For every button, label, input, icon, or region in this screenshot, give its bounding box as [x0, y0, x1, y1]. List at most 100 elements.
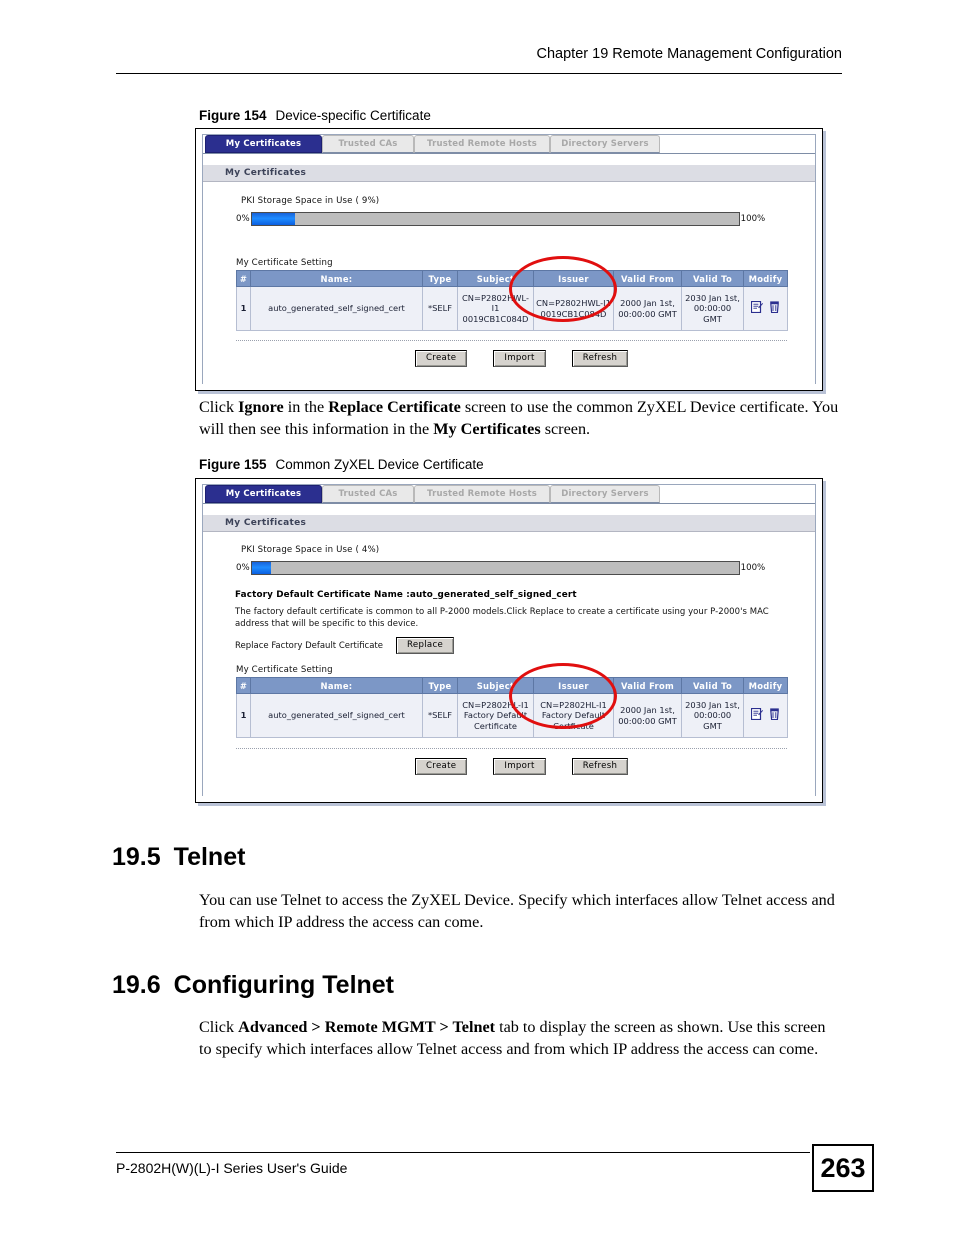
refresh-button[interactable]: Refresh [571, 350, 629, 367]
spacer [203, 154, 815, 164]
tab-trusted-cas-155[interactable]: Trusted CAs [322, 485, 414, 503]
th-subject: Subject [457, 270, 534, 287]
figure-155-window: My Certificates Trusted CAs Trusted Remo… [202, 484, 816, 802]
certificate-table-155: # Name: Type Subject Issuer Valid From V… [236, 677, 788, 738]
figure-155-caption: Figure 155 Common ZyXEL Device Certificat… [199, 457, 484, 472]
th-valid-from: Valid From [613, 270, 682, 287]
section-bar-my-certificates-154: My Certificates [203, 164, 815, 182]
table-row: 1 auto_generated_self_signed_cert *SELF … [236, 693, 788, 738]
cell-valid-to: 2030 Jan 1st, 00:00:00 GMT [681, 286, 744, 331]
th-type: Type [422, 270, 458, 287]
tab-my-certificates-155[interactable]: My Certificates [205, 485, 322, 503]
cell-index-155: 1 [236, 693, 251, 738]
th-modify-155: Modify [743, 677, 788, 694]
pki-max-label-155: 100% [740, 563, 766, 573]
tab-trusted-cas[interactable]: Trusted CAs [322, 135, 414, 153]
section-19-6-number: 19.6 [112, 971, 161, 999]
footer-guide-title: P-2802H(W)(L)-I Series User's Guide [116, 1160, 348, 1176]
th-index: # [236, 270, 251, 287]
section-19-5-title: Telnet [173, 843, 246, 871]
figure-155-title: Common ZyXEL Device Certificate [275, 457, 484, 472]
pki-min-label-154: 0% [236, 214, 250, 224]
import-button[interactable]: Import [493, 350, 546, 367]
pki-storage-bar-155: 0% 100% [236, 561, 765, 575]
certificate-table-title-154: My Certificate Setting [236, 258, 333, 268]
certificate-table-title-155: My Certificate Setting [236, 665, 333, 675]
pki-storage-label-155: PKI Storage Space in Use ( 4%) [241, 545, 380, 555]
section-heading-19-5: 19.5 Telnet [112, 843, 245, 872]
edit-certificate-icon[interactable] [750, 708, 763, 723]
pki-storage-bar-154: 0% 100% [236, 212, 765, 226]
tab-directory-servers-155[interactable]: Directory Servers [550, 485, 660, 503]
figure-155-number: Figure 155 [199, 457, 267, 472]
edit-certificate-icon[interactable] [750, 301, 763, 316]
paragraph-after-figure-154: Click Ignore in the Replace Certificate … [199, 398, 839, 438]
cell-type-155: *SELF [422, 693, 458, 738]
figure-154-title: Device-specific Certificate [275, 108, 431, 123]
pki-storage-label-154: PKI Storage Space in Use ( 9%) [241, 196, 380, 206]
section-19-6-body: Click Advanced > Remote MGMT > Telnet ta… [199, 1018, 826, 1058]
table-header-row: # Name: Type Subject Issuer Valid From V… [236, 677, 788, 694]
cell-subject-155: CN=P2802HL-I1 Factory Default Certificat… [457, 693, 534, 738]
dotted-separator-154 [236, 340, 787, 341]
section-19-6-title: Configuring Telnet [173, 971, 395, 999]
th-valid-to-155: Valid To [681, 677, 744, 694]
pki-progress-track-155 [250, 561, 740, 575]
header-rule [116, 73, 842, 74]
create-button-155[interactable]: Create [415, 758, 468, 775]
dotted-separator-155 [236, 748, 787, 749]
th-modify: Modify [743, 270, 788, 287]
certificate-tabs-154: My Certificates Trusted CAs Trusted Remo… [203, 135, 815, 154]
import-button-155[interactable]: Import [493, 758, 546, 775]
cell-name: auto_generated_self_signed_cert [250, 286, 423, 331]
figure-154-number: Figure 154 [199, 108, 267, 123]
section-bar-my-certificates-155: My Certificates [203, 514, 815, 532]
pki-progress-track-154 [250, 212, 740, 226]
cell-modify [743, 286, 788, 331]
section-19-5-body: You can use Telnet to access the ZyXEL D… [199, 891, 835, 931]
certificate-table-154: # Name: Type Subject Issuer Valid From V… [236, 270, 788, 331]
th-valid-to: Valid To [681, 270, 744, 287]
tab-directory-servers[interactable]: Directory Servers [550, 135, 660, 153]
cell-valid-to-155: 2030 Jan 1st, 00:00:00 GMT [681, 693, 744, 738]
table-header-row: # Name: Type Subject Issuer Valid From V… [236, 270, 788, 287]
delete-certificate-icon[interactable] [769, 708, 780, 723]
tab-my-certificates[interactable]: My Certificates [205, 135, 322, 153]
table-row: 1 auto_generated_self_signed_cert *SELF … [236, 286, 788, 331]
th-issuer: Issuer [533, 270, 614, 287]
cell-index: 1 [236, 286, 251, 331]
cell-type: *SELF [422, 286, 458, 331]
pki-max-label-154: 100% [740, 214, 766, 224]
factory-default-description: The factory default certificate is commo… [235, 607, 769, 629]
delete-certificate-icon[interactable] [769, 301, 780, 316]
th-type-155: Type [422, 677, 458, 694]
th-subject-155: Subject [457, 677, 534, 694]
figure-154-body: PKI Storage Space in Use ( 9%) 0% 100% M… [203, 182, 815, 390]
pki-progress-fill-155 [251, 562, 272, 574]
cell-name-155: auto_generated_self_signed_cert [250, 693, 423, 738]
cell-subject: CN=P2802HWL-I1 0019CB1C084D [457, 286, 534, 331]
tab-trusted-remote-hosts-155[interactable]: Trusted Remote Hosts [414, 485, 550, 503]
cell-modify-155 [743, 693, 788, 738]
cell-valid-from: 2000 Jan 1st, 00:00:00 GMT [613, 286, 682, 331]
certificate-tabs-155: My Certificates Trusted CAs Trusted Remo… [203, 485, 815, 504]
th-issuer-155: Issuer [533, 677, 614, 694]
th-name: Name: [250, 270, 423, 287]
refresh-button-155[interactable]: Refresh [571, 758, 629, 775]
tab-trusted-remote-hosts[interactable]: Trusted Remote Hosts [414, 135, 550, 153]
pki-min-label-155: 0% [236, 563, 250, 573]
create-button[interactable]: Create [415, 350, 468, 367]
cell-valid-from-155: 2000 Jan 1st, 00:00:00 GMT [613, 693, 682, 738]
figure-154-caption: Figure 154 Device-specific Certificate [199, 108, 431, 123]
section-heading-19-6: 19.6 Configuring Telnet [112, 971, 394, 1000]
replace-button[interactable]: Replace [396, 637, 455, 654]
replace-factory-default-label: Replace Factory Default Certificate [235, 640, 383, 651]
th-index-155: # [236, 677, 251, 694]
running-header: Chapter 19 Remote Management Configurati… [536, 46, 842, 62]
pki-progress-fill-154 [251, 213, 296, 225]
page-number-box: 263 [812, 1144, 874, 1192]
cell-issuer: CN=P2802HWL-I1 0019CB1C084D [533, 286, 614, 331]
figure-154-button-row: Create Import Refresh [415, 350, 629, 367]
figure-155-button-row: Create Import Refresh [415, 758, 629, 775]
figure-155-screenshot: My Certificates Trusted CAs Trusted Remo… [195, 478, 823, 803]
